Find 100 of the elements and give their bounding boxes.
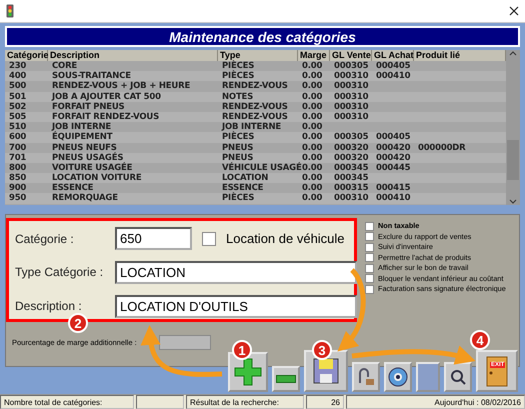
- table-cell-text: 000310: [333, 81, 370, 92]
- table-cell-text: SOUS-TRAITANCE: [51, 71, 132, 82]
- table-cell-text: 000420: [375, 142, 412, 153]
- window-header: Maintenance des catégories: [5, 26, 520, 47]
- table-cell-text: 000410: [375, 71, 412, 82]
- column-header[interactable]: Description: [48, 50, 218, 61]
- table-cell-text: 0.00: [301, 81, 324, 92]
- table-cell-text: 800: [8, 162, 28, 174]
- tool-button[interactable]: [352, 362, 380, 392]
- field-label: Type Catégorie :: [15, 265, 104, 280]
- table-cell-text: PNEUS: [221, 152, 254, 163]
- table-cell-text: REMORQUAGE: [51, 193, 119, 204]
- category-field[interactable]: 650: [115, 227, 192, 250]
- table-cell-text: 000410: [375, 193, 412, 204]
- traffic-light-icon: [6, 4, 14, 18]
- column-header[interactable]: Marge: [298, 50, 330, 61]
- table-cell-text: 950: [8, 193, 28, 204]
- table-cell-text: RENDEZ-VOUS: [221, 102, 289, 112]
- search-icon: [449, 368, 467, 386]
- table-cell-text: PIÈCES: [221, 132, 256, 143]
- table-cell-text: 000315: [333, 183, 370, 194]
- scrollbar-thumb[interactable]: [507, 140, 519, 180]
- table-cell-text: NOTES: [221, 92, 254, 102]
- table-cell-text: FORFAIT PNEUS: [51, 102, 126, 112]
- status-label: Nombre total de catégories:: [0, 395, 134, 409]
- table-cell-text: PIÈCES: [221, 71, 256, 82]
- eye-button[interactable]: [384, 362, 412, 392]
- table-cell-text: ESSENCE: [51, 183, 94, 194]
- table-cell-text: PNEUS: [221, 142, 254, 153]
- margin-field[interactable]: [158, 335, 211, 350]
- table-cell-text: LOCATION VOITURE: [51, 173, 142, 184]
- table-cell-text: JOB INTERNE: [220, 122, 282, 132]
- table-cell-text: PNEUS NEUFS: [51, 142, 117, 152]
- table-cell-text: 0.00: [301, 183, 324, 194]
- table-cell-text: 0.00: [301, 61, 324, 72]
- vertical-scrollbar[interactable]: [506, 50, 520, 205]
- table-cell-text: PIÈCES: [221, 193, 256, 204]
- column-header[interactable]: Catégorie: [5, 50, 48, 61]
- table-cell-text: 000420: [375, 152, 412, 163]
- table-cell-text: 000305: [333, 61, 370, 72]
- table-cell-text: 505: [8, 112, 28, 122]
- table-cell-text: 900: [8, 183, 28, 194]
- column-header[interactable]: GL Vente: [330, 50, 372, 61]
- checkbox[interactable]: [365, 264, 374, 272]
- description-field[interactable]: LOCATION D'OUTILS: [115, 294, 357, 318]
- table-cell-text: 000000DR: [417, 142, 466, 153]
- table-cell-text: 500: [8, 81, 28, 92]
- status-count: 26: [306, 395, 344, 409]
- checkbox[interactable]: [365, 284, 374, 294]
- column-header[interactable]: Type: [218, 50, 298, 61]
- table-cell-text: 000345: [333, 162, 370, 174]
- table-cell-text: 000310: [333, 193, 370, 204]
- checkbox[interactable]: [365, 274, 374, 283]
- table-cell-text: JOB INTERNE: [50, 122, 111, 132]
- close-icon[interactable]: [509, 6, 519, 16]
- checkbox[interactable]: [202, 232, 216, 246]
- column-header[interactable]: Produit lié: [414, 50, 506, 61]
- table-cell-text: 000405: [375, 132, 412, 143]
- checkbox-label: Location de véhicule: [226, 231, 345, 246]
- table-cell-text: 000405: [375, 61, 412, 72]
- table-cell-text: VOITURE USAGÉE: [51, 162, 134, 174]
- table-cell-text: PNEUS USAGÉS: [51, 152, 124, 163]
- table-cell-text: ESSENCE: [221, 183, 264, 194]
- checkbox[interactable]: [365, 232, 374, 241]
- table-cell-text: 000310: [333, 71, 370, 82]
- eye-icon: [387, 366, 409, 388]
- tool-icon: [356, 367, 376, 387]
- table-cell-text: 000320: [333, 142, 370, 153]
- checkbox[interactable]: [365, 222, 374, 230]
- search-button[interactable]: [444, 362, 472, 392]
- table-cell-text: RENDEZ-VOUS + JOB + HEURE: [51, 81, 192, 92]
- table-cell-text: JOB A AJOUTER CAT 500: [50, 92, 162, 102]
- table-cell-text: 000345: [333, 173, 370, 184]
- status-label: Résultat de la recherche:: [186, 395, 304, 409]
- table-cell-text: 0.00: [301, 173, 324, 184]
- table-cell-text: 000305: [333, 132, 370, 143]
- table-cell-text: 0.00: [301, 142, 324, 153]
- checkbox[interactable]: [365, 242, 374, 252]
- table-cell-text: 000310: [333, 112, 370, 122]
- status-field: [136, 395, 184, 409]
- caret-up-icon[interactable]: [509, 50, 517, 56]
- table-cell-text: 0.00: [302, 152, 324, 163]
- table-cell-text: 0.00: [301, 102, 324, 112]
- table-cell-text: PIÈCES: [221, 61, 256, 71]
- table-cell-text: RENDEZ-VOUS: [221, 112, 289, 122]
- table-cell-text: FORFAIT RENDEZ-VOUS: [51, 112, 160, 122]
- remove-button[interactable]: [272, 366, 300, 392]
- table-cell-text: 400: [8, 71, 28, 82]
- table-cell-text: 0.00: [301, 122, 324, 132]
- checkbox[interactable]: [365, 253, 374, 262]
- table-cell-text: 0.00: [301, 132, 324, 143]
- table-cell-text: 701: [8, 152, 28, 163]
- table-cell-text: 700: [8, 142, 28, 153]
- table-cell-text: 0.00: [301, 92, 324, 102]
- type-field[interactable]: LOCATION: [115, 260, 357, 284]
- column-header[interactable]: GL Achat: [372, 50, 414, 61]
- plus-icon: [233, 357, 263, 387]
- field-label: Catégorie :: [15, 232, 75, 246]
- caret-down-icon[interactable]: [509, 199, 517, 205]
- table-cell-text: 000320: [333, 152, 370, 163]
